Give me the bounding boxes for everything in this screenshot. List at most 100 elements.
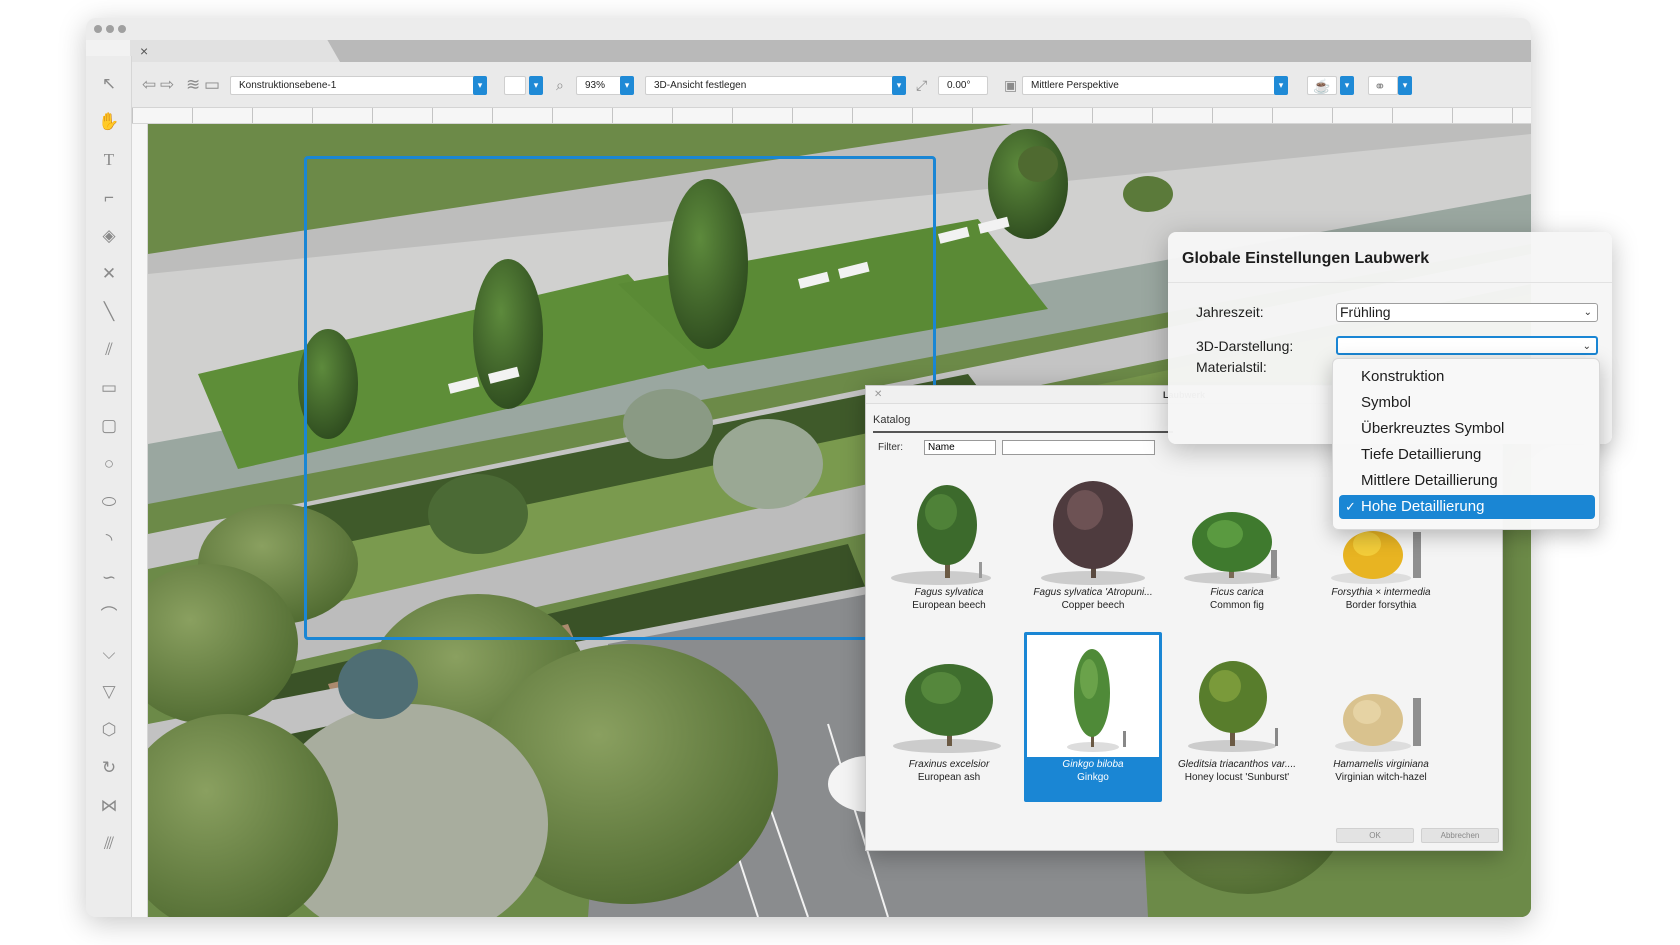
chevron-down-icon: ⌄: [1583, 307, 1592, 318]
window-minimize-dot[interactable]: [106, 25, 114, 33]
view3d-select[interactable]: 3D-Ansicht festlegen: [645, 76, 897, 95]
plant-common-name: Virginian witch-hazel: [1335, 772, 1427, 783]
double-polygon-tool-icon[interactable]: ▽: [98, 681, 120, 703]
camera-dropdown-button[interactable]: ▾: [1398, 76, 1412, 95]
menu-item-label: Mittlere Detaillierung: [1361, 472, 1498, 489]
plant-latin-name: Fagus sylvatica: [914, 587, 984, 598]
callout-tool-icon[interactable]: ⌐: [98, 187, 120, 209]
locus-tool-icon[interactable]: ✕: [98, 263, 120, 285]
tool-palette: ↖ ✋ T ⌐ ◈ ✕ ╲ ⫽ ▭ ▢ ○ ⬭ ◝ ∽ ⌒ ⌵ ▽ ⬡ ↻ ⋈ …: [86, 56, 132, 917]
angle-field[interactable]: 0.00°: [938, 76, 988, 95]
checkmark-icon: ✓: [1345, 499, 1356, 514]
plant-item-ficus-carica[interactable]: Ficus carica Common fig: [1168, 470, 1306, 635]
cancel-button[interactable]: Abbrechen: [1421, 828, 1499, 843]
european-ash-thumbnail: [893, 664, 1001, 753]
layer-dropdown-button[interactable]: ▾: [473, 76, 487, 95]
menu-item-mittlere-detaillierung[interactable]: Mittlere Detaillierung: [1339, 469, 1595, 493]
plant-latin-name: Fagus sylvatica 'Atropuni...: [1033, 587, 1153, 598]
circle-tool-icon[interactable]: ○: [98, 453, 120, 475]
plant-common-name: European ash: [917, 772, 981, 783]
zoom-field[interactable]: 93%: [576, 76, 622, 95]
attribute-tool-icon[interactable]: ◈: [98, 225, 120, 247]
rectangle-tool-icon[interactable]: ▭: [98, 377, 120, 399]
display-3d-select[interactable]: ⌄: [1336, 336, 1598, 355]
plant-item-hamamelis[interactable]: Hamamelis virginiana Virginian witch-haz…: [1312, 642, 1450, 807]
menu-item-symbol[interactable]: Symbol: [1339, 391, 1595, 415]
select-tool-icon[interactable]: ↖: [98, 73, 120, 95]
layer-options-icon[interactable]: ▭: [204, 75, 220, 95]
ok-button[interactable]: OK: [1336, 828, 1414, 843]
plant-latin-name: Ficus carica: [1210, 587, 1264, 598]
spiral-tool-icon[interactable]: ↻: [98, 757, 120, 779]
rounded-rectangle-tool-icon[interactable]: ▢: [98, 415, 120, 437]
oval-tool-icon[interactable]: ⬭: [98, 491, 120, 513]
zoom-dropdown-button[interactable]: ▾: [620, 76, 634, 95]
double-line-tool-icon[interactable]: ⫽: [98, 339, 120, 361]
projection-icon[interactable]: ▣: [1004, 75, 1017, 95]
plant-item-fagus-sylvatica[interactable]: Fagus sylvatica European beech: [880, 470, 1018, 635]
plant-item-ginkgo-biloba[interactable]: Ginkgo biloba Ginkgo: [1024, 632, 1162, 802]
freehand-tool-icon[interactable]: ∽: [98, 567, 120, 589]
plant-item-fraxinus-excelsior[interactable]: Fraxinus excelsior European ash: [880, 642, 1018, 807]
pan-tool-icon[interactable]: ✋: [98, 111, 120, 133]
plant-common-name: Common fig: [1210, 600, 1264, 611]
forward-arrow-icon[interactable]: ⇨: [160, 75, 174, 95]
text-tool-icon[interactable]: T: [98, 149, 120, 171]
document-tab[interactable]: ×: [130, 40, 340, 62]
perspective-select[interactable]: Mittlere Perspektive: [1022, 76, 1278, 95]
polygon-tool-icon[interactable]: ⌵: [98, 643, 120, 665]
perspective-dropdown-button[interactable]: ▾: [1274, 76, 1288, 95]
window-zoom-dot[interactable]: [118, 25, 126, 33]
menu-item-tiefe-detaillierung[interactable]: Tiefe Detaillierung: [1339, 443, 1595, 467]
ginkgo-thumbnail: [1027, 635, 1159, 757]
window-close-dot[interactable]: [94, 25, 102, 33]
layers-icon[interactable]: ≋: [186, 75, 200, 95]
dimension-tool-icon[interactable]: ⫻: [98, 833, 120, 855]
horizontal-ruler: [132, 108, 1531, 124]
menu-item-label: Überkreuztes Symbol: [1361, 420, 1505, 437]
tab-close-icon[interactable]: ×: [140, 43, 148, 59]
dialog-title: Globale Einstellungen Laubwerk: [1182, 250, 1430, 267]
back-arrow-icon[interactable]: ⇦: [142, 75, 156, 95]
plant-common-name: Honey locust 'Sunburst': [1184, 772, 1290, 783]
copper-beech-thumbnail: [1041, 481, 1145, 585]
material-style-label: Materialstil:: [1196, 359, 1267, 375]
line-tool-icon[interactable]: ╲: [98, 301, 120, 323]
title-bar: [86, 18, 1531, 40]
plant-item-fagus-atropunicea[interactable]: Fagus sylvatica 'Atropuni... Copper beec…: [1024, 470, 1162, 635]
view-mode-field[interactable]: [504, 76, 526, 95]
menu-item-konstruktion[interactable]: Konstruktion: [1339, 365, 1595, 389]
view-mode-dropdown-button[interactable]: ▾: [529, 76, 543, 95]
close-icon[interactable]: ✕: [874, 386, 882, 404]
menu-item-label: Tiefe Detaillierung: [1361, 446, 1482, 463]
hexagon-tool-icon[interactable]: ⬡: [98, 719, 120, 741]
glasses-icon[interactable]: ⚭: [1374, 76, 1386, 96]
arc-tool-icon[interactable]: ◝: [98, 529, 120, 551]
rotation-icon[interactable]: ⤢: [916, 75, 927, 95]
mirror-tool-icon[interactable]: ⋈: [98, 795, 120, 817]
plant-latin-name: Forsythia × intermedia: [1331, 587, 1431, 598]
render-mode-dropdown-button[interactable]: ▾: [1340, 76, 1354, 95]
plant-latin-name: Fraxinus excelsior: [908, 759, 990, 770]
season-select[interactable]: Frühling ⌄: [1336, 303, 1598, 322]
filter-select[interactable]: Name: [924, 440, 996, 455]
season-label: Jahreszeit:: [1196, 304, 1264, 320]
selection-rectangle: [304, 156, 936, 640]
menu-item-hohe-detaillierung[interactable]: ✓ Hohe Detaillierung: [1339, 495, 1595, 519]
view-toolbar: ⇦ ⇨ ≋ ▭ Konstruktionsebene-1 ▾ ▾ ⌕ 93% ▾…: [132, 62, 1531, 108]
polyline-tool-icon[interactable]: ⌒: [98, 605, 120, 627]
menu-item-ueberkreuztes-symbol[interactable]: Überkreuztes Symbol: [1339, 417, 1595, 441]
display-3d-dropdown-menu: Konstruktion Symbol Überkreuztes Symbol …: [1332, 358, 1600, 530]
plant-common-name: European beech: [912, 600, 986, 611]
teapot-icon[interactable]: ☕: [1313, 76, 1330, 96]
view3d-dropdown-button[interactable]: ▾: [892, 76, 906, 95]
tab-katalog[interactable]: Katalog: [873, 414, 1173, 433]
divider: [1168, 282, 1612, 283]
filter-input[interactable]: [1002, 440, 1155, 455]
layer-select[interactable]: Konstruktionsebene-1: [230, 76, 478, 95]
chevron-down-icon: ⌄: [1582, 341, 1591, 352]
plant-item-gleditsia[interactable]: Gleditsia triacanthos var.... Honey locu…: [1168, 642, 1306, 807]
honey-locust-thumbnail: [1188, 661, 1278, 752]
zoom-icon[interactable]: ⌕: [556, 75, 564, 95]
plant-latin-name: Gleditsia triacanthos var....: [1177, 759, 1296, 770]
